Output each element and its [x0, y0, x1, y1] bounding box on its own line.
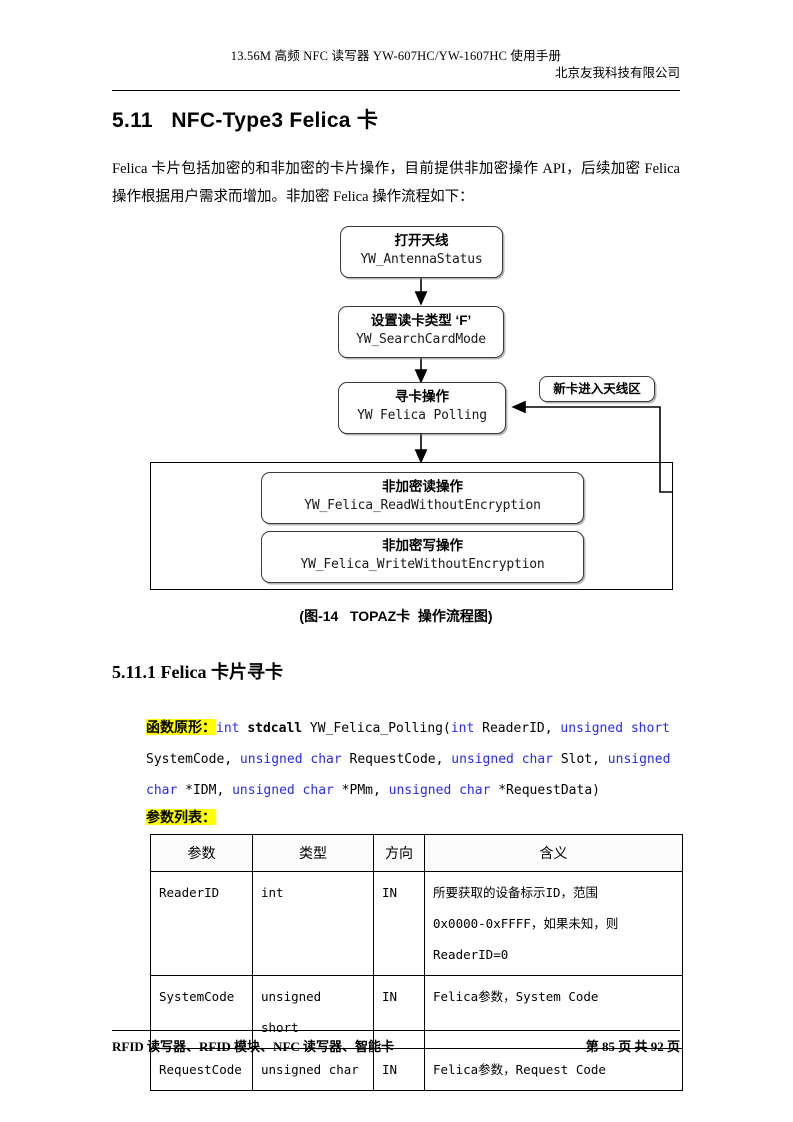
cell-direction: IN [373, 871, 425, 976]
prototype-token-0: int [216, 721, 240, 736]
footer-products: RFID 读写器、RFID 模块、NFC 读写器、智能卡 [112, 1039, 395, 1054]
page-footer: RFID 读写器、RFID 模块、NFC 读写器、智能卡 第 85 页 共 92… [112, 1036, 680, 1055]
table-row: ReaderID int IN 所要获取的设备标示ID，范围 0x0000-0xFFFF… [150, 871, 683, 976]
prototype-token-4: int [450, 721, 475, 736]
prototype-token-17: *RequestData) [490, 783, 600, 798]
document-page: 13.56M 高频 NFC 读写器 YW-607HC/YW-1607HC 使用手… [0, 0, 793, 1122]
flow-node-cardmode-title: 设置读卡类型 ‘F’ [370, 313, 472, 328]
prototype-token-13: *IDM, [177, 783, 233, 798]
header-title: 13.56M 高频 NFC 读写器 YW-607HC/YW-1607HC 使用手… [230, 49, 562, 63]
flow-node-read: 非加密读操作 YW_Felica_ReadWithoutEncryption [261, 472, 584, 524]
param-list-label: 参数列表： [146, 809, 216, 825]
function-prototype-block: 函数原形：int stdcall YW_Felica_Polling(int R… [146, 712, 686, 806]
prototype-token-2: stdcall [247, 721, 303, 736]
figure-caption: (图-14 TOPAZ卡 操作流程图) [299, 608, 493, 624]
param-list-label-block: 参数列表： [146, 802, 686, 833]
prototype-token-8: unsigned char [239, 752, 342, 767]
table-header-param: 参数 [150, 834, 253, 872]
table-header-meaning: 含义 [424, 834, 683, 872]
intro-paragraph: Felica 卡片包括加密的和非加密的卡片操作，目前提供非加密操作 API，后续… [112, 161, 680, 205]
prototype-token-10: unsigned char [451, 752, 553, 767]
subsection-title: 5.11.1 Felica 卡片寻卡 [112, 662, 283, 682]
prototype-token-14: unsigned char [232, 783, 334, 798]
flow-node-write-title: 非加密写操作 [382, 538, 463, 553]
flow-node-polling-title: 寻卡操作 [395, 389, 449, 404]
footer-divider [112, 1030, 680, 1031]
cell-type: int [252, 871, 374, 976]
prototype-token-3: YW_Felica_Polling( [302, 721, 451, 736]
header-divider [112, 90, 680, 91]
table-header-type: 类型 [252, 834, 374, 872]
footer-page-number: 第 85 页 共 92 页 [585, 1039, 680, 1054]
flow-node-read-title: 非加密读操作 [382, 479, 463, 494]
cell-param: ReaderID [150, 871, 253, 976]
flow-node-write-func: YW_Felica_WriteWithoutEncryption [300, 557, 545, 572]
prototype-token-16: unsigned char [388, 783, 491, 798]
prototype-token-7: SystemCode, [146, 752, 240, 767]
flow-node-cardmode-func: YW_SearchCardMode [356, 332, 486, 347]
flow-node-antenna-title: 打开天线 [394, 233, 449, 248]
flow-node-new-card-label: 新卡进入天线区 [539, 376, 655, 402]
prototype-token-9: RequestCode, [341, 752, 452, 767]
flow-node-cardmode: 设置读卡类型 ‘F’ YW_SearchCardMode [338, 306, 504, 358]
prototype-token-11: Slot, [553, 752, 608, 767]
flow-node-polling: 寻卡操作 YW Felica Polling [338, 382, 506, 434]
flow-node-antenna: 打开天线 YW_AntennaStatus [340, 226, 503, 278]
prototype-code: int stdcall YW_Felica_Polling(int Reader… [146, 721, 670, 798]
page-header: 13.56M 高频 NFC 读写器 YW-607HC/YW-1607HC 使用手… [112, 48, 680, 82]
prototype-token-15: *PMm, [333, 783, 389, 798]
flow-node-polling-func: YW Felica Polling [357, 408, 487, 423]
page-title: 5.11 NFC-Type3 Felica 卡 [112, 109, 379, 132]
flow-node-antenna-func: YW_AntennaStatus [360, 252, 483, 267]
prototype-token-6: unsigned short [560, 721, 670, 736]
flow-node-new-card-text: 新卡进入天线区 [553, 382, 641, 396]
table-header-direction: 方向 [373, 834, 425, 872]
table-header-row: 参数 类型 方向 含义 [150, 834, 683, 872]
prototype-label: 函数原形： [146, 719, 216, 735]
flow-node-write: 非加密写操作 YW_Felica_WriteWithoutEncryption [261, 531, 584, 583]
prototype-token-5: ReaderID, [474, 721, 561, 736]
header-company: 北京友我科技有限公司 [554, 66, 680, 80]
cell-meaning: 所要获取的设备标示ID，范围 0x0000-0xFFFF，如果未知，则 Reader… [424, 871, 683, 976]
flow-node-read-func: YW_Felica_ReadWithoutEncryption [304, 498, 541, 513]
